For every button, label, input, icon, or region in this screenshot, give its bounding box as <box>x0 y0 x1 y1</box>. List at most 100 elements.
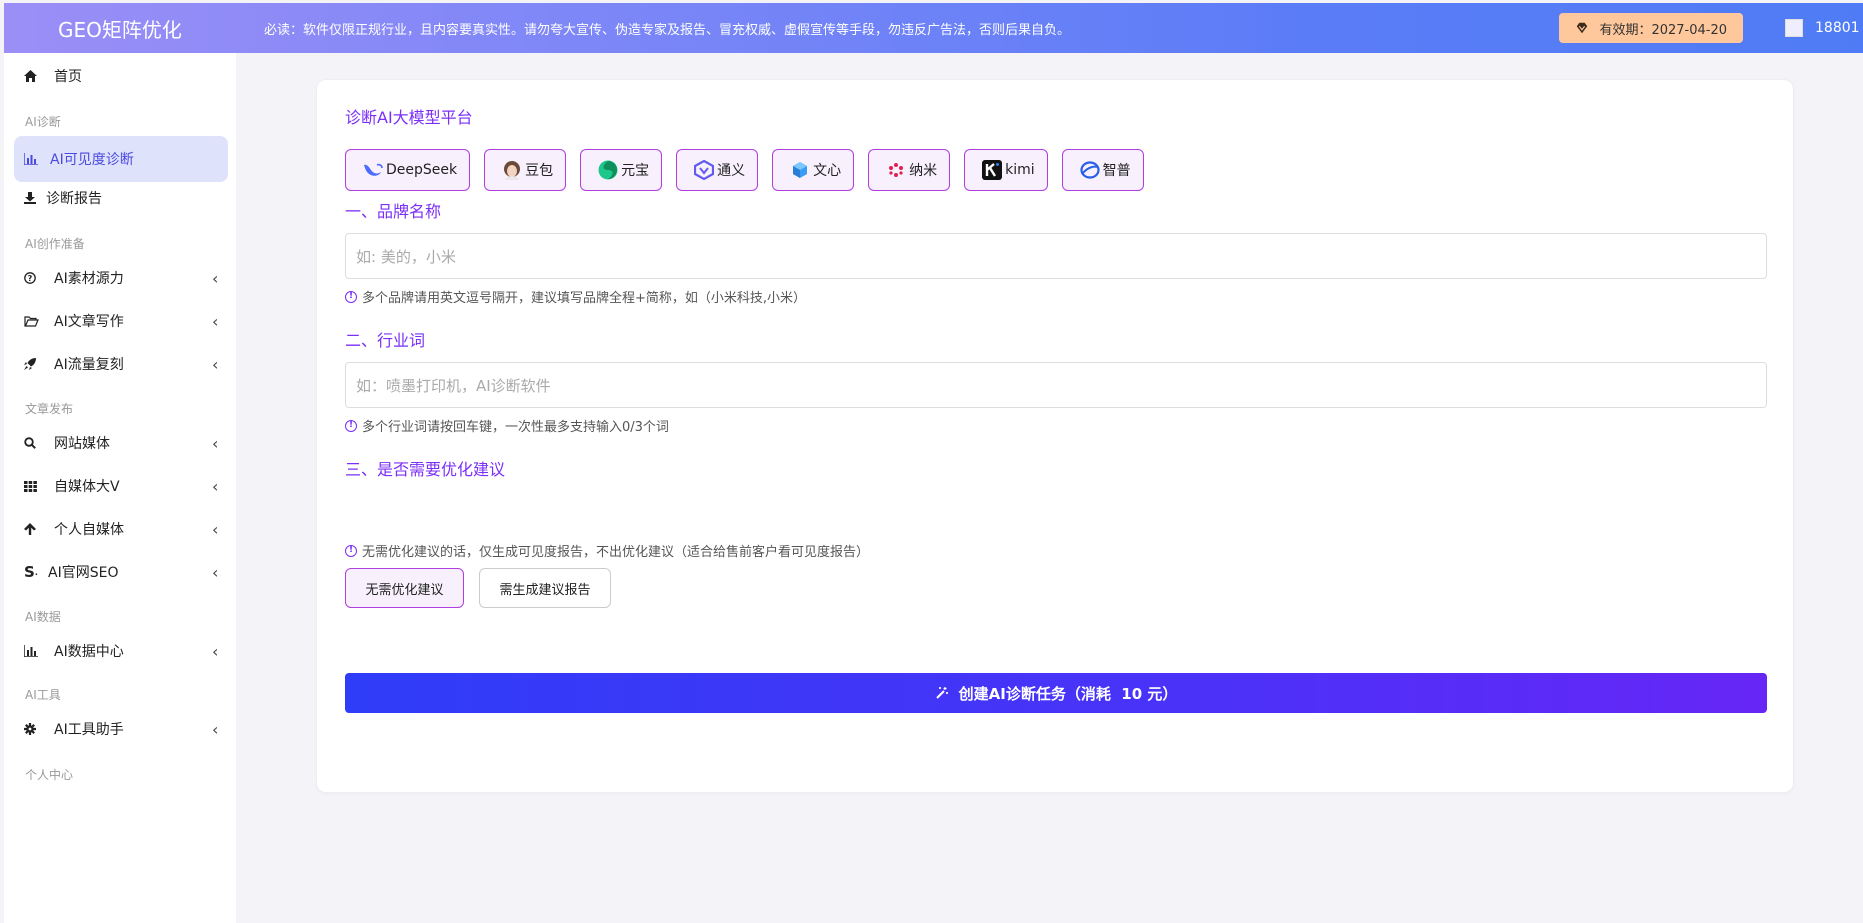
sidebar-item-traffic[interactable]: AI流量复刻 ‹ <box>14 341 228 387</box>
sidebar-item-seo[interactable]: S. AI官网SEO ‹ <box>14 549 228 595</box>
gear-icon <box>24 723 46 735</box>
home-icon <box>24 70 46 82</box>
industry-section-title: 二、行业词 <box>345 331 426 350</box>
arrow-up-icon <box>24 523 46 535</box>
sidebar-item-label: AI数据中心 <box>54 644 124 660</box>
platform-deepseek[interactable]: DeepSeek <box>345 149 471 191</box>
option-no-suggestion-button[interactable]: 无需优化建议 <box>345 568 464 608</box>
industry-hint-text: 多个行业词请按回车键，一次性最多支持输入0/3个词 <box>362 420 669 435</box>
chevron-left-icon: ‹ <box>212 433 219 453</box>
option-label: 无需优化建议 <box>365 582 444 598</box>
question-circle-icon: ? <box>24 272 46 284</box>
platform-label: 智普 <box>1102 163 1131 179</box>
sidebar-item-material[interactable]: ? AI素材源力 ‹ <box>14 255 228 301</box>
sidebar-item-label: 自媒体大V <box>54 479 120 495</box>
sidebar-item-label: AI可见度诊断 <box>50 152 134 168</box>
platform-label: 通义 <box>717 163 746 179</box>
expiry-text: 有效期：2027-04-20 <box>1599 22 1727 38</box>
industry-hint: ! 多个行业词请按回车键，一次性最多支持输入0/3个词 <box>345 416 669 435</box>
download-icon <box>24 192 38 204</box>
svg-text:?: ? <box>28 274 33 283</box>
sidebar-item-label: AI工具助手 <box>54 722 124 738</box>
magic-wand-icon <box>935 687 948 699</box>
diagnosis-form-card: 诊断AI大模型平台 DeepSeek 豆包 元宝 通义 文心 纳米 kimi 智… <box>316 79 1794 793</box>
platform-zhipu[interactable]: 智普 <box>1061 149 1144 191</box>
platform-kimi[interactable]: kimi <box>964 149 1048 191</box>
info-icon: ! <box>345 419 357 432</box>
suggest-section-title: 三、是否需要优化建议 <box>345 460 506 479</box>
sidebar-item-personal-media[interactable]: 个人自媒体 ‹ <box>14 506 228 552</box>
seo-s-icon: S. <box>24 563 38 581</box>
sidebar-item-report[interactable]: 诊断报告 <box>14 175 228 221</box>
sidebar-item-label: AI素材源力 <box>54 271 124 287</box>
industry-placeholder: 如：喷墨打印机，AI诊断软件 <box>356 376 551 395</box>
chevron-left-icon: ‹ <box>212 476 219 496</box>
grid-icon <box>24 480 46 492</box>
wenxin-logo-icon <box>789 159 811 181</box>
doubao-logo-icon <box>501 159 523 181</box>
bar-chart-icon <box>24 645 46 657</box>
platform-yuanbao[interactable]: 元宝 <box>580 149 663 191</box>
chevron-left-icon: ‹ <box>212 641 219 661</box>
industry-input[interactable]: 如：喷墨打印机，AI诊断软件 <box>345 362 1767 408</box>
brand-logo-text[interactable]: GEO矩阵优化 <box>4 14 236 43</box>
section-label-data: AI数据 <box>25 610 61 624</box>
sidebar-item-home[interactable]: 首页 <box>14 53 228 99</box>
sidebar-item-label: AI官网SEO <box>48 565 119 581</box>
search-icon <box>24 437 46 449</box>
bar-chart-icon <box>24 153 46 165</box>
brand-name-input[interactable]: 如: 美的，小米 <box>345 233 1767 279</box>
platform-nami[interactable]: 纳米 <box>868 149 951 191</box>
tongyi-logo-icon <box>693 159 715 181</box>
sidebar-item-label: 个人自媒体 <box>54 522 124 538</box>
platform-label: 纳米 <box>909 163 938 179</box>
platform-wenxin[interactable]: 文心 <box>772 149 855 191</box>
sidebar: 首页 AI诊断 AI可见度诊断 诊断报告 AI创作准备 ? AI素材源力 ‹ A… <box>4 53 236 923</box>
sidebar-item-label: 首页 <box>54 69 82 85</box>
username[interactable]: 18801 <box>1815 20 1863 36</box>
suggest-hint: ! 无需优化建议的话，仅生成可见度报告，不出优化建议（适合给售前客户看可见度报告… <box>345 541 869 560</box>
avatar[interactable] <box>1785 19 1803 37</box>
kimi-logo-icon <box>981 159 1003 181</box>
diamond-icon <box>1577 22 1588 34</box>
suggest-hint-text: 无需优化建议的话，仅生成可见度报告，不出优化建议（适合给售前客户看可见度报告） <box>362 545 870 560</box>
yuanbao-logo-icon <box>597 159 619 181</box>
option-generate-report-button[interactable]: 需生成建议报告 <box>479 568 611 608</box>
platform-label: 文心 <box>813 163 842 179</box>
sidebar-item-writing[interactable]: AI文章写作 ‹ <box>14 298 228 344</box>
chevron-left-icon: ‹ <box>212 719 219 739</box>
platform-label: 元宝 <box>621 163 650 179</box>
platform-doubao[interactable]: 豆包 <box>484 149 567 191</box>
sidebar-item-website[interactable]: 网站媒体 ‹ <box>14 420 228 466</box>
platform-tongyi[interactable]: 通义 <box>676 149 759 191</box>
zhipu-logo-icon <box>1079 159 1101 181</box>
chevron-left-icon: ‹ <box>212 311 219 331</box>
top-header: GEO矩阵优化 必读：软件仅限正规行业，且内容要真实性。请勿夸大宣传、伪造专家及… <box>4 3 1863 53</box>
info-icon: ! <box>345 544 357 557</box>
chevron-left-icon: ‹ <box>212 354 219 374</box>
platform-label: kimi <box>1005 162 1035 178</box>
create-button-label: 创建AI诊断任务（消耗 10 元） <box>958 684 1178 703</box>
brand-hint: ! 多个品牌请用英文逗号隔开，建议填写品牌全程+简称，如（小米科技,小米） <box>345 287 806 306</box>
platform-label: 豆包 <box>525 163 554 179</box>
section-label-create: AI创作准备 <box>25 237 85 251</box>
info-icon: ! <box>345 290 357 303</box>
brand-section-title: 一、品牌名称 <box>345 202 442 221</box>
platform-list: DeepSeek 豆包 元宝 通义 文心 纳米 kimi 智普 <box>345 149 1144 191</box>
create-task-button[interactable]: 创建AI诊断任务（消耗 10 元） <box>345 673 1767 713</box>
nami-logo-icon <box>885 159 907 181</box>
brand-hint-text: 多个品牌请用英文逗号隔开，建议填写品牌全程+简称，如（小米科技,小米） <box>362 291 807 306</box>
section-label-personal: 个人中心 <box>25 768 74 782</box>
chevron-left-icon: ‹ <box>212 562 219 582</box>
section-label-diag: AI诊断 <box>25 115 61 129</box>
sidebar-item-label: AI文章写作 <box>54 314 124 330</box>
sidebar-item-datacenter[interactable]: AI数据中心 ‹ <box>14 628 228 674</box>
expiry-badge: 有效期：2027-04-20 <box>1559 13 1743 43</box>
platform-label: DeepSeek <box>386 162 458 178</box>
section-label-tools: AI工具 <box>25 688 61 702</box>
sidebar-item-bigv[interactable]: 自媒体大V ‹ <box>14 463 228 509</box>
sidebar-item-label: 诊断报告 <box>46 191 102 207</box>
option-label: 需生成建议报告 <box>499 582 591 598</box>
sidebar-item-assistant[interactable]: AI工具助手 ‹ <box>14 706 228 752</box>
sidebar-item-label: AI流量复刻 <box>54 357 124 373</box>
